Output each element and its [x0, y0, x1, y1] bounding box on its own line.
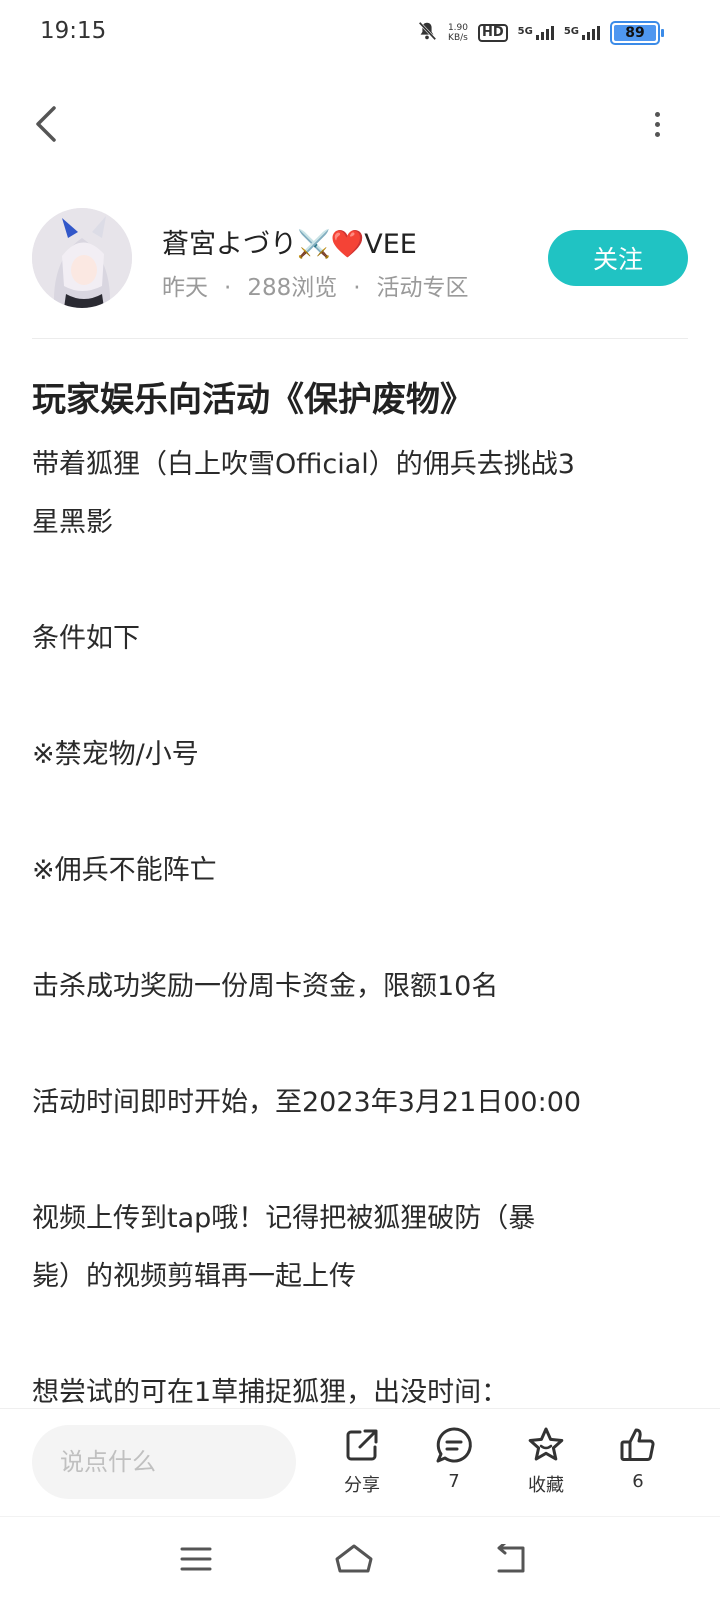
sim1-label: 5G	[517, 25, 533, 37]
like-button[interactable]: 6	[602, 1425, 674, 1505]
post-line: 击杀成功奖励一份周卡资金，限额10名	[32, 971, 499, 1002]
post-line	[32, 668, 672, 726]
share-button[interactable]: 分享	[326, 1425, 398, 1505]
home-button[interactable]	[332, 1539, 376, 1579]
chevron-left-icon	[36, 106, 56, 142]
mute-icon	[416, 20, 438, 45]
post-title: 玩家娱乐向活动《保护废物》	[32, 380, 474, 420]
menu-icon	[180, 1547, 212, 1571]
signal-sim2-icon: 5G	[563, 25, 600, 40]
status-bar: 19:15 1.90 KB/s HD 5G 5G 89	[0, 0, 720, 64]
comment-icon	[436, 1427, 472, 1463]
home-icon	[335, 1544, 373, 1573]
author-header: 蒼宮よづり⚔️❤️VEE 昨天 · 288浏览 · 活动专区 关注	[32, 208, 688, 308]
post-line	[32, 1306, 672, 1364]
post-line: 条件如下	[32, 623, 140, 654]
section-link[interactable]: 活动专区	[377, 275, 469, 301]
post-meta: 昨天 · 288浏览 · 活动专区	[162, 275, 469, 301]
post-line	[32, 1016, 672, 1074]
share-label: 分享	[344, 1475, 380, 1496]
post-line: 想尝试的可在1草捕捉狐狸，出没时间：	[32, 1377, 509, 1408]
net-speed-unit: KB/s	[448, 32, 468, 43]
post-body: 带着狐狸（白上吹雪Official）的佣兵去挑战3 星黑影 条件如下 ※禁宠物/…	[32, 436, 672, 1408]
net-speed: 1.90 KB/s	[448, 23, 468, 43]
follow-button[interactable]: 关注	[548, 230, 688, 286]
more-options-button[interactable]	[642, 100, 672, 148]
post-line: ※禁宠物/小号	[32, 739, 199, 770]
post-line: 带着狐狸（白上吹雪Official）的佣兵去挑战3	[32, 449, 575, 480]
comment-input[interactable]	[32, 1425, 296, 1499]
status-icons: 1.90 KB/s HD 5G 5G 89	[416, 20, 664, 45]
author-name[interactable]: 蒼宮よづり⚔️❤️VEE	[162, 222, 417, 261]
avatar[interactable]	[32, 208, 132, 308]
post-line: 星黑影	[32, 507, 113, 538]
back-system-button[interactable]	[488, 1539, 532, 1579]
view-count: 288浏览	[247, 275, 338, 301]
menu-button[interactable]	[174, 1539, 218, 1579]
back-button[interactable]	[26, 100, 66, 148]
system-navigation-bar	[0, 1516, 720, 1600]
comment-button[interactable]: 7	[418, 1425, 490, 1505]
top-nav	[0, 96, 720, 152]
thumbs-up-icon	[620, 1428, 655, 1461]
post-line	[32, 900, 672, 958]
hd-badge: HD	[477, 23, 508, 42]
comment-count: 7	[448, 1471, 460, 1492]
signal-sim1-icon: 5G	[517, 25, 554, 40]
status-time: 19:15	[40, 18, 107, 44]
battery-level: 89	[614, 24, 656, 41]
post-line	[32, 552, 672, 610]
post-line	[32, 1132, 672, 1190]
post-line	[32, 784, 672, 842]
bottom-action-bar: 分享 7 收藏 6	[0, 1408, 720, 1516]
share-icon	[346, 1429, 378, 1461]
more-dot-icon	[654, 111, 660, 117]
more-dot-icon	[654, 121, 660, 127]
post-line: ※佣兵不能阵亡	[32, 855, 217, 886]
like-count: 6	[632, 1471, 644, 1492]
more-dot-icon	[654, 131, 660, 137]
divider	[32, 338, 688, 339]
sim2-label: 5G	[563, 25, 579, 37]
post-line: 活动时间即时开始，至2023年3月21日00:00	[32, 1087, 582, 1118]
post-line: 毙）的视频剪辑再一起上传	[32, 1261, 356, 1292]
favorite-button[interactable]: 收藏	[510, 1425, 582, 1505]
return-icon	[497, 1544, 525, 1573]
star-icon	[528, 1427, 564, 1461]
post-date: 昨天	[162, 275, 208, 301]
net-speed-value: 1.90	[447, 22, 468, 33]
battery-icon: 89	[610, 20, 664, 45]
favorite-label: 收藏	[528, 1475, 564, 1496]
post-line: 视频上传到tap哦！记得把被狐狸破防（暴	[32, 1203, 536, 1234]
